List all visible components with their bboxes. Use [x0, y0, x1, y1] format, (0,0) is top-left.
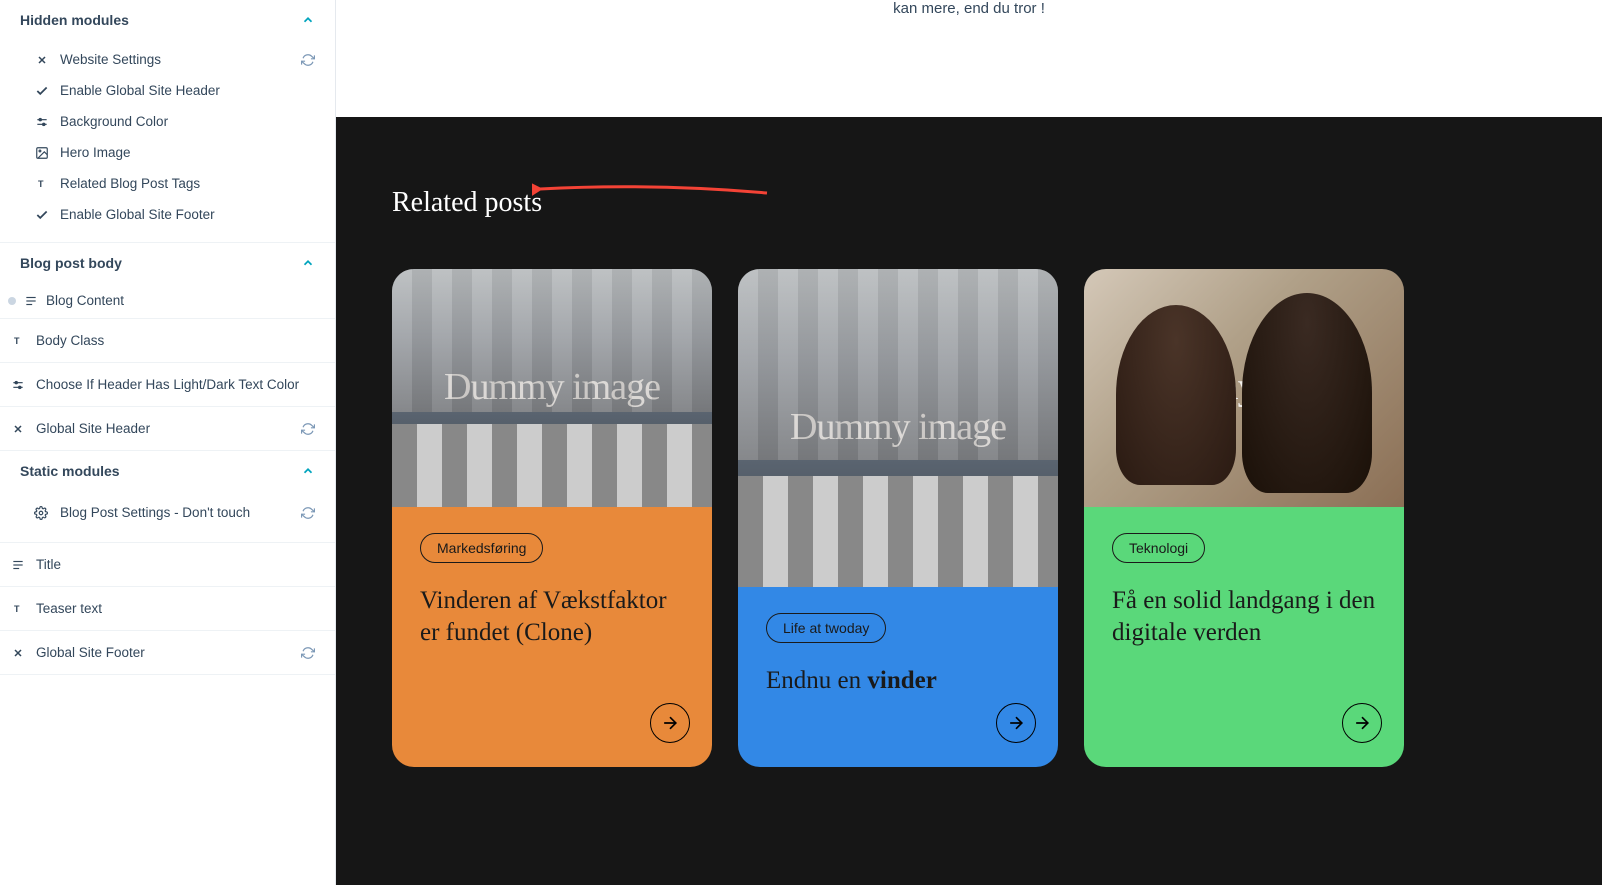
- dot-icon: [8, 297, 16, 305]
- module-label: Website Settings: [60, 52, 291, 67]
- cards-grid: Dummy image Markedsføring Vinderen af Væ…: [392, 269, 1546, 767]
- sidebar: Hidden modules Website Settings Enable G…: [0, 0, 336, 885]
- module-enable-global-site-header[interactable]: Enable Global Site Header: [0, 75, 335, 106]
- card-image: Dummy image: [1084, 269, 1404, 507]
- preview-pane: kan mere, end du tror ! Related posts Du…: [336, 0, 1602, 885]
- module-label: Title: [36, 557, 315, 572]
- hidden-modules-header[interactable]: Hidden modules: [0, 0, 335, 40]
- card-tag[interactable]: Markedsføring: [420, 533, 543, 563]
- blog-content-item[interactable]: Blog Content: [0, 283, 335, 319]
- module-website-settings[interactable]: Website Settings: [0, 44, 335, 75]
- card-body: Life at twoday Endnu en vinder: [738, 587, 1058, 767]
- x-icon: [10, 647, 26, 659]
- card-title: Vinderen af Vækstfaktor er fundet (Clone…: [420, 585, 684, 649]
- refresh-icon: [301, 646, 315, 660]
- card-title: Endnu en vinder: [766, 665, 1030, 697]
- sliders-icon: [34, 115, 50, 129]
- dummy-image-label: Dummy image: [1136, 367, 1352, 409]
- check-icon: [34, 84, 50, 98]
- module-hero-image[interactable]: Hero Image: [0, 137, 335, 168]
- arrow-right-icon: [660, 713, 680, 733]
- module-global-site-header[interactable]: Global Site Header: [0, 407, 335, 451]
- static-modules-title: Static modules: [20, 463, 120, 479]
- card-body: Markedsføring Vinderen af Vækstfaktor er…: [392, 507, 712, 767]
- related-posts-title: Related posts: [392, 187, 1546, 219]
- text-icon: T: [10, 335, 26, 347]
- card-tag[interactable]: Life at twoday: [766, 613, 886, 643]
- card-arrow-button[interactable]: [650, 703, 690, 743]
- module-label: Enable Global Site Header: [60, 83, 315, 98]
- arrow-right-icon: [1352, 713, 1372, 733]
- check-icon: [34, 208, 50, 222]
- lines-icon: [24, 294, 38, 308]
- static-modules-header[interactable]: Static modules: [0, 451, 335, 491]
- svg-text:T: T: [14, 336, 20, 346]
- module-label: Related Blog Post Tags: [60, 176, 315, 191]
- svg-text:T: T: [38, 179, 44, 189]
- module-choose-header-text-color[interactable]: Choose If Header Has Light/Dark Text Col…: [0, 363, 335, 407]
- lines-icon: [10, 558, 26, 572]
- hidden-modules-body: Website Settings Enable Global Site Head…: [0, 40, 335, 242]
- module-label: Teaser text: [36, 601, 315, 616]
- module-blog-post-settings[interactable]: Blog Post Settings - Don't touch: [0, 495, 335, 530]
- blog-post-body-header[interactable]: Blog post body: [0, 243, 335, 283]
- module-global-site-footer[interactable]: Global Site Footer: [0, 631, 335, 675]
- arrow-right-icon: [1006, 713, 1026, 733]
- dummy-image-label: Dummy image: [790, 407, 1006, 449]
- module-related-blog-post-tags[interactable]: T Related Blog Post Tags: [0, 168, 335, 199]
- module-label: Hero Image: [60, 145, 315, 160]
- x-icon: [10, 423, 26, 435]
- module-label: Global Site Footer: [36, 645, 291, 660]
- module-label: Background Color: [60, 114, 315, 129]
- chevron-up-icon: [301, 13, 315, 27]
- svg-text:T: T: [14, 604, 20, 614]
- module-label: Enable Global Site Footer: [60, 207, 315, 222]
- chevron-up-icon: [301, 256, 315, 270]
- module-label: Choose If Header Has Light/Dark Text Col…: [36, 377, 315, 392]
- blog-content-label: Blog Content: [46, 293, 124, 308]
- text-icon: T: [10, 603, 26, 615]
- module-body-class[interactable]: T Body Class: [0, 319, 335, 363]
- module-background-color[interactable]: Background Color: [0, 106, 335, 137]
- related-post-card[interactable]: Dummy image Markedsføring Vinderen af Væ…: [392, 269, 712, 767]
- image-icon: [34, 146, 50, 160]
- refresh-icon: [301, 506, 315, 520]
- blog-post-body-title: Blog post body: [20, 255, 122, 271]
- module-teaser-text[interactable]: T Teaser text: [0, 587, 335, 631]
- x-icon: [34, 54, 50, 66]
- module-title[interactable]: Title: [0, 543, 335, 587]
- card-image: Dummy image: [392, 269, 712, 507]
- truncated-hero-text: kan mere, end du tror !: [336, 0, 1602, 17]
- card-title: Få en solid landgang i den digitale verd…: [1112, 585, 1376, 649]
- refresh-icon: [301, 422, 315, 436]
- module-label: Blog Post Settings - Don't touch: [60, 505, 291, 520]
- module-label: Global Site Header: [36, 421, 291, 436]
- related-post-card[interactable]: Dummy image Life at twoday Endnu en vind…: [738, 269, 1058, 767]
- chevron-up-icon: [301, 464, 315, 478]
- card-image: Dummy image: [738, 269, 1058, 587]
- module-enable-global-site-footer[interactable]: Enable Global Site Footer: [0, 199, 335, 230]
- card-tag[interactable]: Teknologi: [1112, 533, 1205, 563]
- gear-icon: [34, 506, 50, 520]
- card-arrow-button[interactable]: [1342, 703, 1382, 743]
- static-modules-body: Blog Post Settings - Don't touch: [0, 491, 335, 542]
- card-body: Teknologi Få en solid landgang i den dig…: [1084, 507, 1404, 767]
- module-label: Body Class: [36, 333, 315, 348]
- card-arrow-button[interactable]: [996, 703, 1036, 743]
- related-post-card[interactable]: Dummy image Teknologi Få en solid landga…: [1084, 269, 1404, 767]
- dummy-image-label: Dummy image: [444, 367, 660, 409]
- text-icon: T: [34, 178, 50, 190]
- sliders-icon: [10, 378, 26, 392]
- related-posts-section: Related posts Dummy image Markedsføring …: [336, 117, 1602, 885]
- refresh-icon: [301, 53, 315, 67]
- hidden-modules-title: Hidden modules: [20, 12, 129, 28]
